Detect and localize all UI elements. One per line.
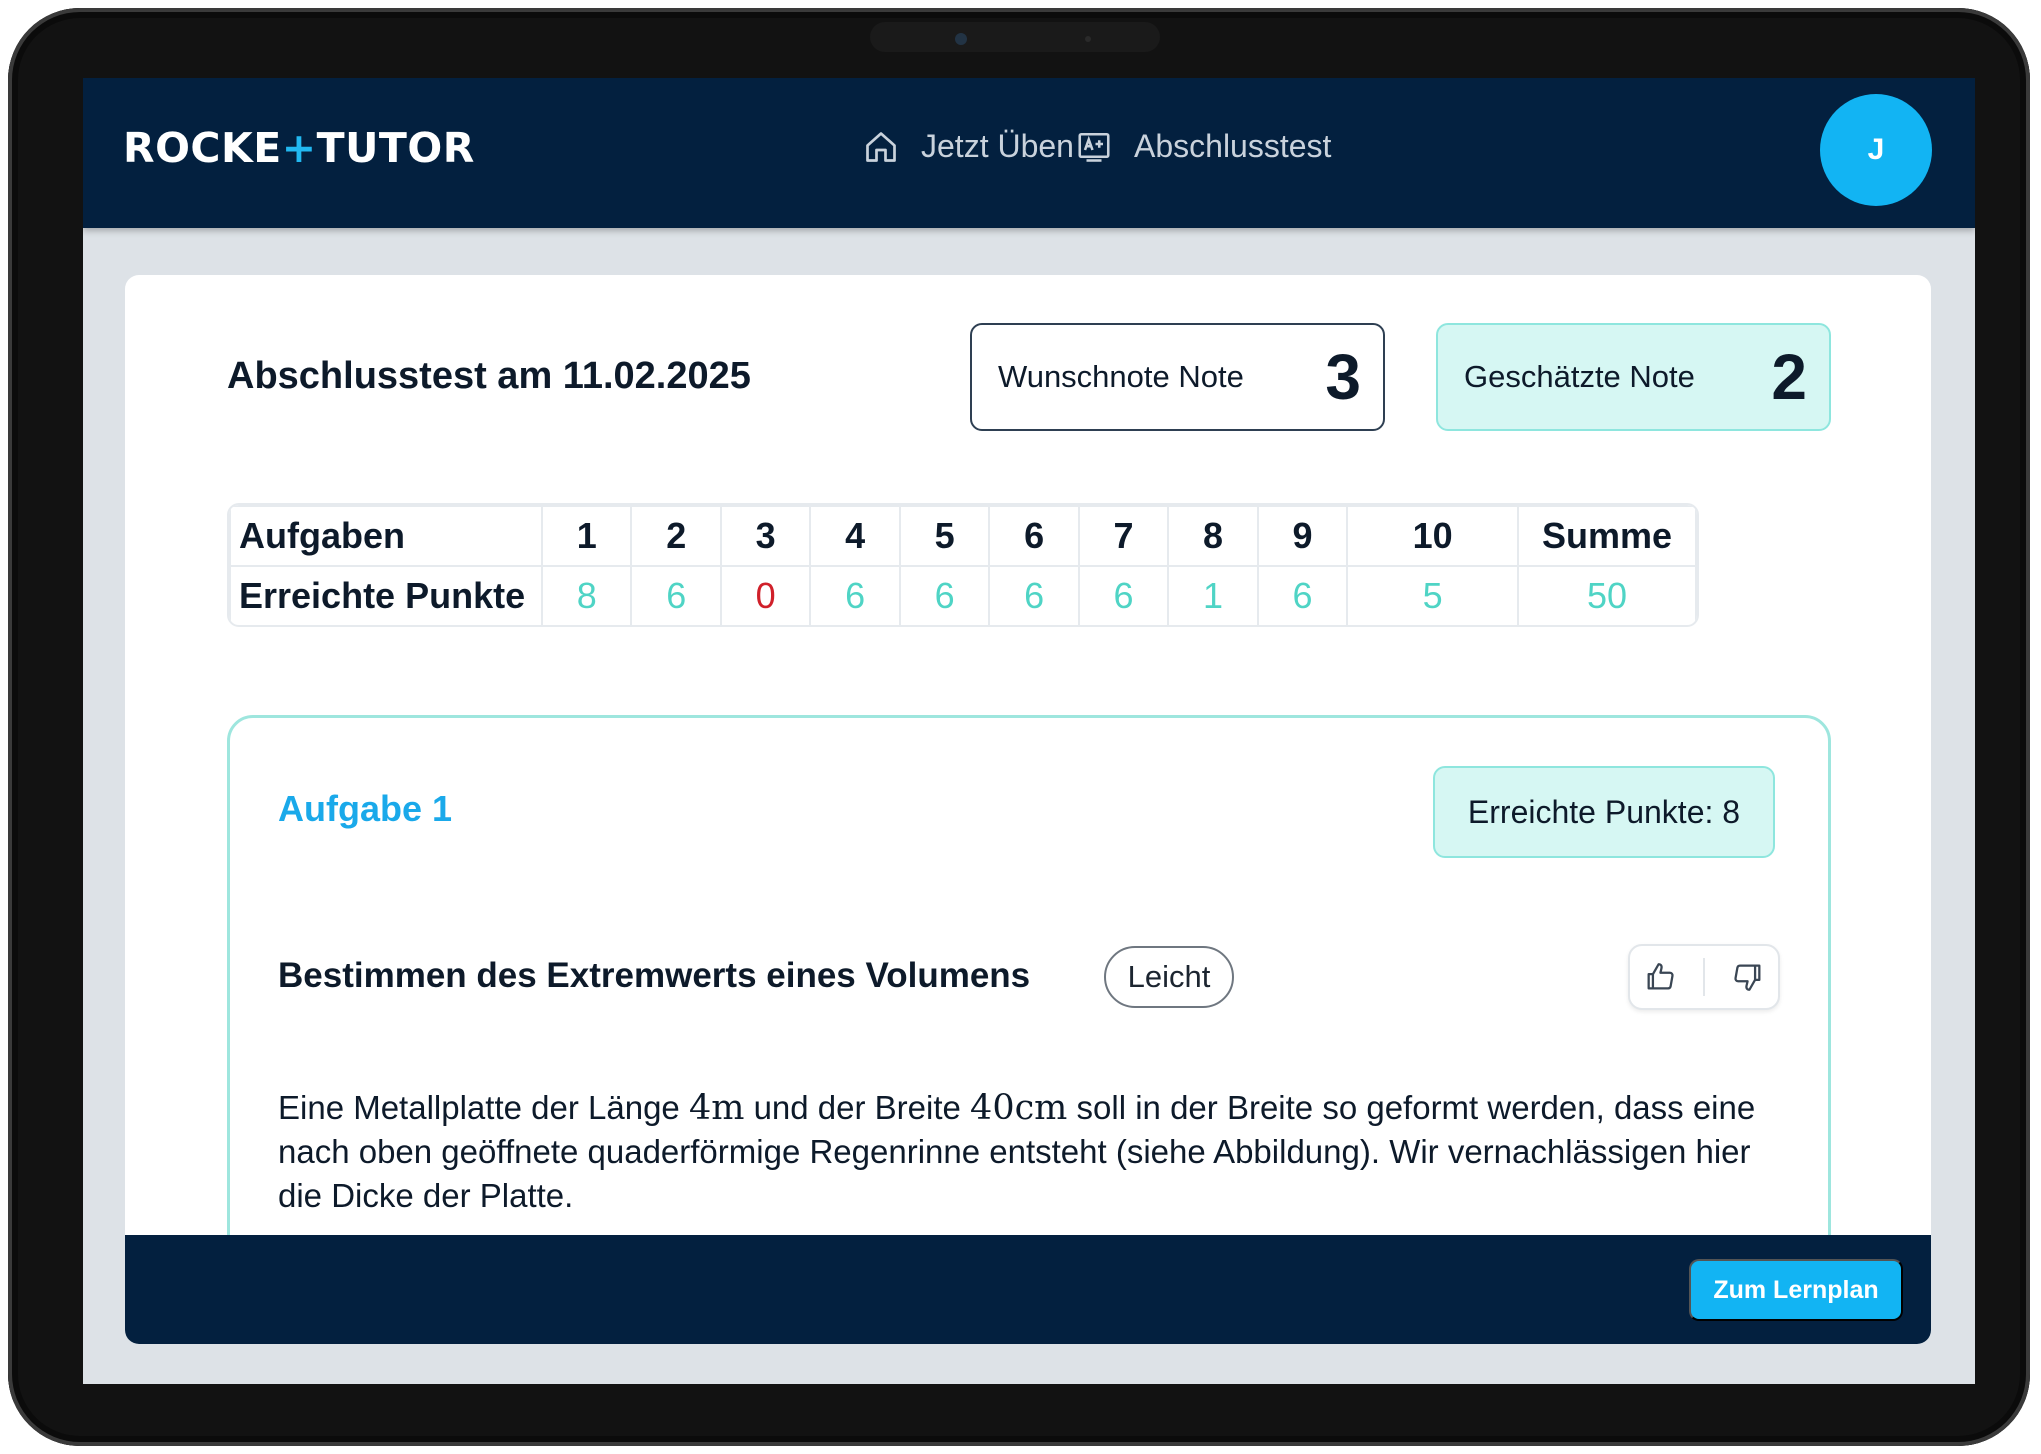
task-number-cell[interactable]: 8 [1167, 505, 1259, 567]
wish-grade-value: 3 [1325, 341, 1361, 413]
task-number-cell[interactable]: 2 [630, 505, 722, 567]
task-number-cell[interactable]: 3 [719, 505, 812, 567]
feedback-buttons [1628, 944, 1780, 1010]
points-cell: 1 [1167, 565, 1259, 625]
points-cell: 6 [1077, 565, 1170, 625]
points-cell: 6 [988, 565, 1080, 625]
learning-plan-button[interactable]: Zum Lernplan [1689, 1259, 1903, 1321]
logo-text-right: TUTOR [316, 124, 475, 172]
tablet-camera-bar [870, 22, 1160, 52]
nav-practice-label: Jetzt Üben [921, 128, 1074, 164]
points-cell-zero: 0 [719, 565, 812, 625]
points-cell: 5 [1346, 565, 1519, 625]
task-number-cell[interactable]: 9 [1256, 505, 1349, 567]
tablet-camera-lens [955, 33, 967, 45]
points-cell: 6 [898, 565, 991, 625]
test-result-card: Abschlusstest am 11.02.2025 Wunschnote N… [125, 275, 1931, 1344]
points-cell: 6 [1256, 565, 1349, 625]
task-heading: Bestimmen des Extremwerts eines Volumens [278, 956, 1031, 995]
row-label-tasks: Aufgaben [229, 505, 543, 567]
app-screen: ROCKE+TUTOR Jetzt Üben Abschlusstest J A… [83, 78, 1975, 1384]
math-width: 40cm [970, 1088, 1068, 1128]
user-avatar[interactable]: J [1820, 94, 1932, 206]
task-number-cell[interactable]: 7 [1077, 505, 1170, 567]
task-text-segment: und der Breite [744, 1089, 971, 1126]
estimated-grade-label: Geschätzte Note [1464, 359, 1695, 394]
points-cell: 6 [630, 565, 722, 625]
estimated-grade-box: Geschätzte Note 2 [1436, 323, 1831, 431]
task-description: Eine Metallplatte der Länge 4m und der B… [278, 1086, 1798, 1218]
feedback-divider [1703, 958, 1705, 996]
task-number-cell[interactable]: 1 [540, 505, 633, 567]
table-row-points: Erreichte Punkte 8 6 0 6 6 6 6 1 6 5 50 [229, 565, 1697, 625]
grade-certificate-icon [1078, 132, 1110, 162]
tablet-sensor [1085, 36, 1091, 42]
wish-grade-label: Wunschnote Note [998, 359, 1244, 394]
page-title: Abschlusstest am 11.02.2025 [227, 355, 751, 397]
logo-text-left: ROCKE [123, 124, 282, 172]
footer-bar: Zum Lernplan [125, 1235, 1931, 1344]
home-icon [866, 131, 896, 162]
task-points-badge: Erreichte Punkte: 8 [1433, 766, 1775, 858]
task-text-segment: Eine Metallplatte der Länge [278, 1089, 689, 1126]
task-number-cell[interactable]: 4 [809, 505, 901, 567]
nav-final-test-label: Abschlusstest [1134, 128, 1332, 164]
avatar-initial: J [1867, 133, 1885, 166]
sum-value-cell: 50 [1517, 565, 1697, 625]
points-cell: 8 [540, 565, 633, 625]
nav-practice[interactable]: Jetzt Üben [863, 128, 1074, 165]
wish-grade-box[interactable]: Wunschnote Note 3 [970, 323, 1385, 431]
row-label-points: Erreichte Punkte [229, 565, 543, 625]
task-title: Aufgabe 1 [278, 788, 453, 829]
score-table: Aufgaben 1 2 3 4 5 6 7 8 9 10 Summe Erre… [227, 503, 1699, 627]
task-number-cell[interactable]: 6 [988, 505, 1080, 567]
top-navigation-bar: ROCKE+TUTOR Jetzt Üben Abschlusstest J [83, 78, 1975, 228]
logo-plus: + [281, 124, 317, 172]
thumbs-down-icon[interactable] [1731, 960, 1765, 994]
difficulty-badge: Leicht [1104, 946, 1234, 1008]
nav-final-test[interactable]: Abschlusstest [1076, 128, 1331, 165]
thumbs-up-icon[interactable] [1643, 960, 1677, 994]
task-number-cell[interactable]: 5 [898, 505, 991, 567]
table-row-tasks: Aufgaben 1 2 3 4 5 6 7 8 9 10 Summe [229, 505, 1697, 567]
rocketutor-logo[interactable]: ROCKE+TUTOR [123, 124, 475, 172]
points-cell: 6 [809, 565, 901, 625]
estimated-grade-value: 2 [1771, 341, 1807, 413]
math-length: 4m [688, 1088, 745, 1128]
sum-header-cell: Summe [1517, 505, 1697, 567]
task-number-cell[interactable]: 10 [1346, 505, 1519, 567]
